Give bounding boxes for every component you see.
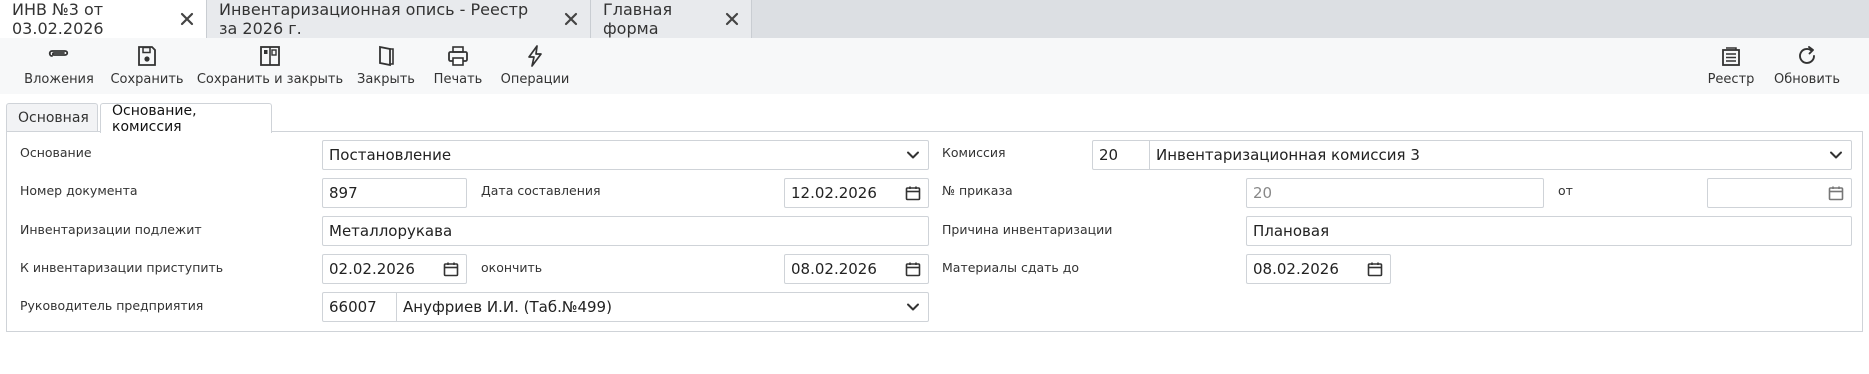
print-label: Печать — [433, 72, 483, 87]
close-icon[interactable] — [180, 12, 194, 26]
tab-basis-commission[interactable]: Основание, комиссия — [100, 102, 272, 135]
toolbar: Вложения Сохранить Сохранить и закрыть З… — [0, 38, 1869, 94]
chevron-down-icon[interactable] — [898, 141, 928, 169]
close-button[interactable]: Закрыть — [357, 44, 415, 90]
attachments-button[interactable]: Вложения — [24, 44, 94, 90]
date-compiled-input[interactable]: 12.02.2026 — [784, 178, 929, 208]
operations-label: Операции — [500, 72, 570, 87]
calendar-icon[interactable] — [1360, 255, 1390, 283]
calendar-icon[interactable] — [1821, 179, 1851, 207]
reason-label: Причина инвентаризации — [942, 222, 1113, 237]
head-value: Ануфриев И.И. (Таб.№499) — [403, 298, 612, 316]
commission-select[interactable]: 20 Инвентаризационная комиссия 3 — [1092, 140, 1852, 170]
head-code[interactable]: 66007 — [323, 293, 397, 321]
doc-number-label: Номер документа — [20, 183, 138, 198]
save-close-label: Сохранить и закрыть — [196, 72, 344, 87]
commission-value: Инвентаризационная комиссия 3 — [1156, 146, 1420, 164]
registry-label: Реестр — [1707, 72, 1755, 87]
calendar-icon[interactable] — [898, 179, 928, 207]
refresh-icon — [1799, 46, 1815, 64]
doc-tab-label: ИНВ №3 от 03.02.2026 — [12, 0, 104, 38]
basis-select[interactable]: Постановление — [322, 140, 929, 170]
materials-date-value: 08.02.2026 — [1253, 260, 1339, 278]
doc-tab-inventory-3[interactable]: ИНВ №3 от 03.02.2026 — [0, 0, 207, 38]
start-date-value: 02.02.2026 — [329, 260, 415, 278]
doc-tab-registry[interactable]: Инвентаризационная опись - Реестр за 202… — [207, 0, 591, 38]
doc-tab-label: Главная форма — [603, 0, 673, 38]
chevron-down-icon[interactable] — [898, 293, 928, 321]
printer-icon — [448, 46, 468, 66]
close-icon[interactable] — [564, 12, 578, 26]
save-and-close-button[interactable]: Сохранить и закрыть — [197, 44, 343, 90]
operations-button[interactable]: Операции — [500, 44, 570, 90]
door-icon — [379, 45, 394, 67]
refresh-button[interactable]: Обновить — [1772, 44, 1842, 90]
chevron-down-icon[interactable] — [1821, 141, 1851, 169]
order-number-input[interactable]: 20 — [1246, 178, 1544, 208]
doc-tab-label: Инвентаризационная опись - Реестр за 202… — [219, 0, 529, 38]
start-label: К инвентаризации приступить — [20, 260, 224, 275]
attachments-label: Вложения — [24, 72, 94, 87]
tab-basis-commission-label: Основание, комиссия — [112, 102, 197, 135]
reason-input[interactable]: Плановая — [1246, 216, 1852, 246]
materials-date-input[interactable]: 08.02.2026 — [1246, 254, 1391, 284]
document-tab-bar: ИНВ №3 от 03.02.2026 Инвентаризационная … — [0, 0, 1869, 38]
order-from-label: от — [1558, 183, 1573, 198]
calendar-icon[interactable] — [898, 255, 928, 283]
close-label: Закрыть — [357, 72, 415, 87]
commission-label: Комиссия — [942, 145, 1006, 160]
close-icon[interactable] — [725, 12, 739, 26]
floppy-disk-icon — [138, 46, 156, 66]
registry-icon — [1722, 47, 1740, 66]
registry-button[interactable]: Реестр — [1708, 44, 1754, 90]
subject-value: Металлорукава — [329, 222, 453, 240]
materials-label: Материалы сдать до — [942, 260, 1080, 275]
lightning-icon — [528, 45, 542, 67]
save-button[interactable]: Сохранить — [110, 44, 184, 90]
head-label: Руководитель предприятия — [20, 298, 204, 313]
commission-code[interactable]: 20 — [1093, 141, 1150, 169]
save-label: Сохранить — [110, 72, 184, 87]
reason-value: Плановая — [1253, 222, 1330, 240]
order-number-placeholder: 20 — [1253, 184, 1273, 202]
start-date-input[interactable]: 02.02.2026 — [322, 254, 467, 284]
date-compiled-value: 12.02.2026 — [791, 184, 877, 202]
tab-main-label: Основная — [18, 110, 89, 126]
tab-main[interactable]: Основная — [6, 103, 98, 132]
order-date-input[interactable] — [1707, 178, 1852, 208]
head-select[interactable]: 66007 Ануфриев И.И. (Таб.№499) — [322, 292, 929, 322]
end-date-input[interactable]: 08.02.2026 — [784, 254, 929, 284]
end-label: окончить — [481, 260, 543, 275]
end-date-value: 08.02.2026 — [791, 260, 877, 278]
doc-number-value: 897 — [329, 184, 358, 202]
paperclip-icon — [48, 50, 69, 57]
calendar-icon[interactable] — [436, 255, 466, 283]
refresh-label: Обновить — [1773, 72, 1841, 87]
doc-tab-main-form[interactable]: Главная форма — [591, 0, 752, 38]
doc-number-input[interactable]: 897 — [322, 178, 467, 208]
basis-label: Основание — [20, 145, 92, 160]
save-close-icon — [260, 46, 280, 66]
basis-value: Постановление — [329, 146, 452, 164]
order-number-label: № приказа — [942, 183, 1013, 198]
subject-label: Инвентаризации подлежит — [20, 222, 202, 237]
print-button[interactable]: Печать — [432, 44, 484, 90]
date-compiled-label: Дата составления — [481, 183, 601, 198]
subject-input[interactable]: Металлорукава — [322, 216, 929, 246]
